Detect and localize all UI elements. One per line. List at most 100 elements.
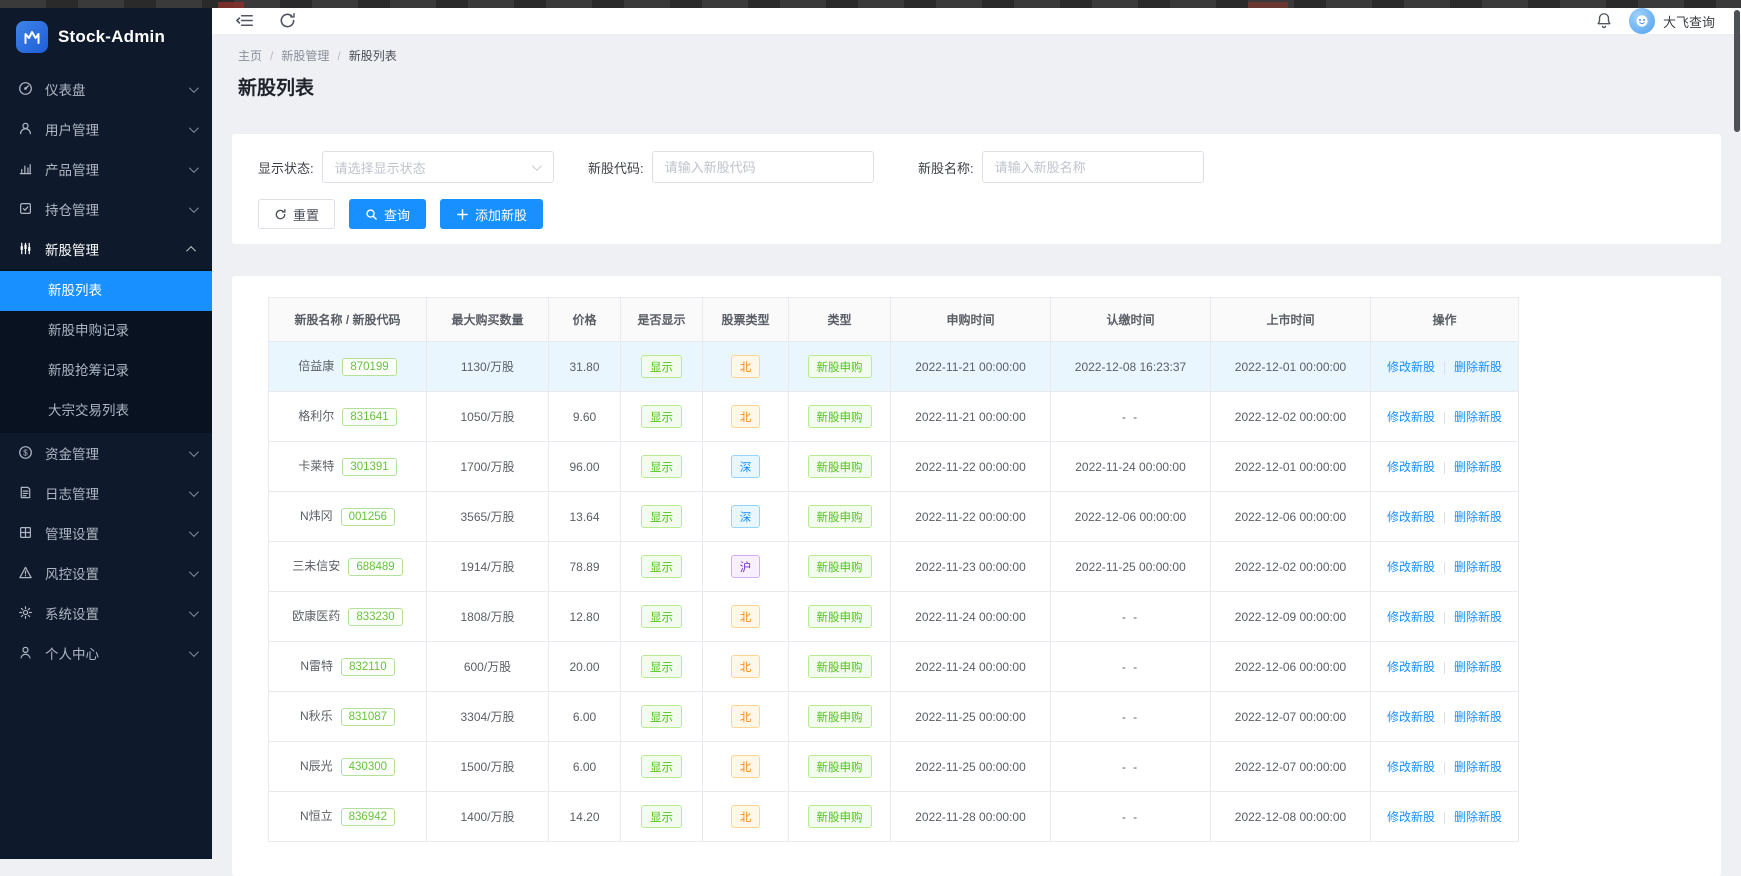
name-input[interactable] — [981, 151, 1204, 183]
sidebar-item-system-settings[interactable]: 系统设置 — [0, 593, 212, 633]
edit-stock-link[interactable]: 修改新股 — [1387, 710, 1435, 724]
search-button[interactable]: 查询 — [349, 199, 427, 229]
delete-stock-link[interactable]: 删除新股 — [1454, 510, 1502, 524]
max-buy-cell: 1400/万股 — [426, 791, 549, 842]
actions-cell: 修改新股 删除新股 — [1370, 591, 1519, 642]
sidebar-item-user-management[interactable]: 用户管理 — [0, 109, 212, 149]
type-badge: 新股申购 — [807, 655, 872, 678]
market-badge: 深 — [730, 505, 761, 528]
edit-stock-link[interactable]: 修改新股 — [1387, 410, 1435, 424]
apply-time-cell: 2022-11-22 00:00:00 — [890, 441, 1051, 492]
price-cell: 78.89 — [548, 541, 621, 592]
edit-stock-link[interactable]: 修改新股 — [1387, 810, 1435, 824]
add-stock-button[interactable]: 添加新股 — [440, 199, 544, 229]
edit-stock-link[interactable]: 修改新股 — [1387, 610, 1435, 624]
breadcrumb-parent[interactable]: 新股管理 — [281, 47, 329, 64]
stock-code-badge: 836942 — [340, 808, 396, 826]
breadcrumb-home[interactable]: 主页 — [238, 47, 262, 64]
apply-time-cell: 2022-11-22 00:00:00 — [890, 491, 1051, 542]
delete-stock-link[interactable]: 删除新股 — [1454, 760, 1502, 774]
sidebar-item-label: 风控设置 — [45, 567, 99, 582]
delete-stock-link[interactable]: 删除新股 — [1454, 610, 1502, 624]
price-cell: 31.80 — [548, 341, 621, 392]
delete-stock-link[interactable]: 删除新股 — [1454, 710, 1502, 724]
candlestick-icon — [18, 241, 34, 257]
stock-name: 格利尔 — [298, 409, 335, 423]
price-cell: 96.00 — [548, 441, 621, 492]
notification-bell-icon[interactable] — [1595, 11, 1613, 31]
delete-stock-link[interactable]: 删除新股 — [1454, 410, 1502, 424]
filter-code-group: 新股代码: — [588, 151, 918, 183]
reset-button[interactable]: 重置 — [258, 199, 336, 229]
actions-cell: 修改新股 删除新股 — [1370, 491, 1519, 542]
type-cell: 新股申购 — [788, 741, 891, 792]
sidebar-item-log-management[interactable]: 日志管理 — [0, 473, 212, 513]
sidebar-subitem-new-stock-subscribe-records[interactable]: 新股申购记录 — [0, 311, 212, 351]
actions-cell: 修改新股 删除新股 — [1370, 791, 1519, 842]
collapse-menu-icon[interactable] — [236, 11, 256, 31]
sidebar-subitem-new-stock-grab-records[interactable]: 新股抢筹记录 — [0, 351, 212, 391]
delete-stock-link[interactable]: 删除新股 — [1454, 560, 1502, 574]
show-status-badge: 显示 — [641, 605, 682, 628]
max-buy-cell: 1700/万股 — [426, 441, 549, 492]
sidebar-subitem-new-stock-list[interactable]: 新股列表 — [0, 271, 212, 311]
action-divider — [1444, 461, 1445, 474]
sidebar-item-admin-settings[interactable]: 管理设置 — [0, 513, 212, 553]
edit-stock-link[interactable]: 修改新股 — [1387, 560, 1435, 574]
stock-name: 卡莱特 — [298, 459, 335, 473]
type-badge: 新股申购 — [807, 805, 872, 828]
actions-cell: 修改新股 删除新股 — [1370, 741, 1519, 792]
user-icon — [18, 121, 34, 137]
sidebar-item-product-management[interactable]: 产品管理 — [0, 149, 212, 189]
sidebar-subitem-block-trade-list[interactable]: 大宗交易列表 — [0, 391, 212, 431]
edit-stock-link[interactable]: 修改新股 — [1387, 360, 1435, 374]
edit-stock-link[interactable]: 修改新股 — [1387, 660, 1435, 674]
delete-stock-link[interactable]: 删除新股 — [1454, 360, 1502, 374]
chevron-down-icon — [188, 122, 199, 133]
action-divider — [1444, 411, 1445, 424]
code-input[interactable] — [651, 151, 874, 183]
show-cell: 显示 — [620, 491, 703, 542]
edit-stock-link[interactable]: 修改新股 — [1387, 460, 1435, 474]
list-time-cell: 2022-12-08 00:00:00 — [1210, 791, 1371, 842]
stock-name: 欧康医药 — [292, 609, 341, 623]
action-divider — [1444, 611, 1445, 624]
status-select[interactable]: 请选择显示状态 — [321, 151, 554, 183]
show-status-badge: 显示 — [641, 655, 682, 678]
chevron-down-icon — [188, 82, 199, 93]
edit-stock-link[interactable]: 修改新股 — [1387, 760, 1435, 774]
edit-stock-link[interactable]: 修改新股 — [1387, 510, 1435, 524]
chevron-down-icon — [188, 202, 199, 213]
pay-time-cell: - - — [1050, 691, 1211, 742]
filter-row: 显示状态: 请选择显示状态 新股代码: 新股名称: — [258, 151, 1695, 183]
refresh-icon[interactable] — [278, 11, 298, 31]
actions-cell: 修改新股 删除新股 — [1370, 341, 1519, 392]
show-status-badge: 显示 — [641, 355, 682, 378]
user-menu[interactable]: 大飞查询 — [1628, 8, 1715, 34]
actions-cell: 修改新股 删除新股 — [1370, 391, 1519, 442]
sidebar-item-new-stock-management[interactable]: 新股管理 — [0, 229, 212, 269]
pay-time-cell: - - — [1050, 741, 1211, 792]
market-badge: 北 — [730, 805, 761, 828]
sidebar-item-personal-center[interactable]: 个人中心 — [0, 633, 212, 673]
delete-stock-link[interactable]: 删除新股 — [1454, 810, 1502, 824]
market-badge: 北 — [730, 405, 761, 428]
breadcrumb-current: 新股列表 — [348, 49, 397, 63]
sidebar-item-dashboard[interactable]: 仪表盘 — [0, 69, 212, 109]
add-stock-button-label: 添加新股 — [475, 207, 528, 223]
topbar-right: 大飞查询 — [1595, 8, 1715, 34]
delete-stock-link[interactable]: 删除新股 — [1454, 660, 1502, 674]
name-code-cell: N炜冈 001256 — [268, 491, 427, 542]
code-filter-label: 新股代码: — [588, 160, 644, 176]
stock-name: N辰光 — [299, 759, 333, 773]
name-code-cell: 三未信安 688489 — [268, 541, 427, 592]
scrollbar-thumb[interactable] — [1734, 10, 1740, 132]
table-body: 倍益康 870199 1130/万股 31.80 显示北新股申购 2022-11-21 0… — [268, 341, 1519, 842]
sidebar-item-risk-settings[interactable]: 风控设置 — [0, 553, 212, 593]
sidebar-item-funds-management[interactable]: $ 资金管理 — [0, 433, 212, 473]
chevron-down-icon — [188, 446, 199, 457]
max-buy-cell: 1130/万股 — [426, 341, 549, 392]
delete-stock-link[interactable]: 删除新股 — [1454, 460, 1502, 474]
sidebar-item-position-management[interactable]: 持仓管理 — [0, 189, 212, 229]
type-badge: 新股申购 — [807, 355, 872, 378]
